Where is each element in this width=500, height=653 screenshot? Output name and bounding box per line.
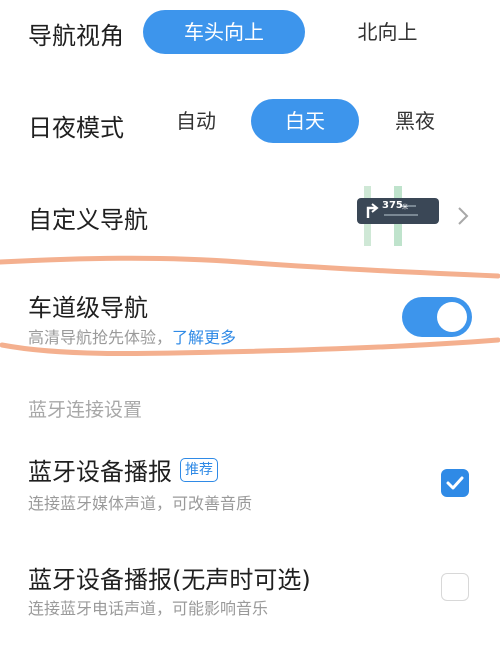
lane-nav-desc: 高清导航抢先体验， — [28, 328, 173, 347]
bt-media-desc: 连接蓝牙媒体声道，可改善音质 — [28, 494, 253, 513]
bt-media-label: 蓝牙设备播报 — [28, 458, 172, 486]
toggle-knob — [437, 302, 467, 332]
check-icon — [446, 476, 464, 490]
bt-phone-label: 蓝牙设备播报(无声时可选) — [28, 566, 311, 594]
lane-nav-label: 车道级导航 — [28, 294, 148, 322]
lane-nav-learn-more-link[interactable]: 了解更多 — [172, 328, 236, 347]
lane-nav-toggle[interactable] — [402, 297, 472, 337]
lane-nav-desc-row: 高清导航抢先体验，了解更多 — [28, 324, 236, 348]
bt-phone-checkbox[interactable] — [441, 573, 469, 601]
bt-media-row: 蓝牙设备播报 推荐 — [28, 452, 218, 487]
recommend-badge: 推荐 — [180, 458, 218, 482]
bluetooth-section-title: 蓝牙连接设置 — [28, 399, 143, 421]
bt-phone-desc: 连接蓝牙电话声道，可能影响音乐 — [28, 599, 269, 618]
bt-media-checkbox[interactable] — [441, 469, 469, 497]
